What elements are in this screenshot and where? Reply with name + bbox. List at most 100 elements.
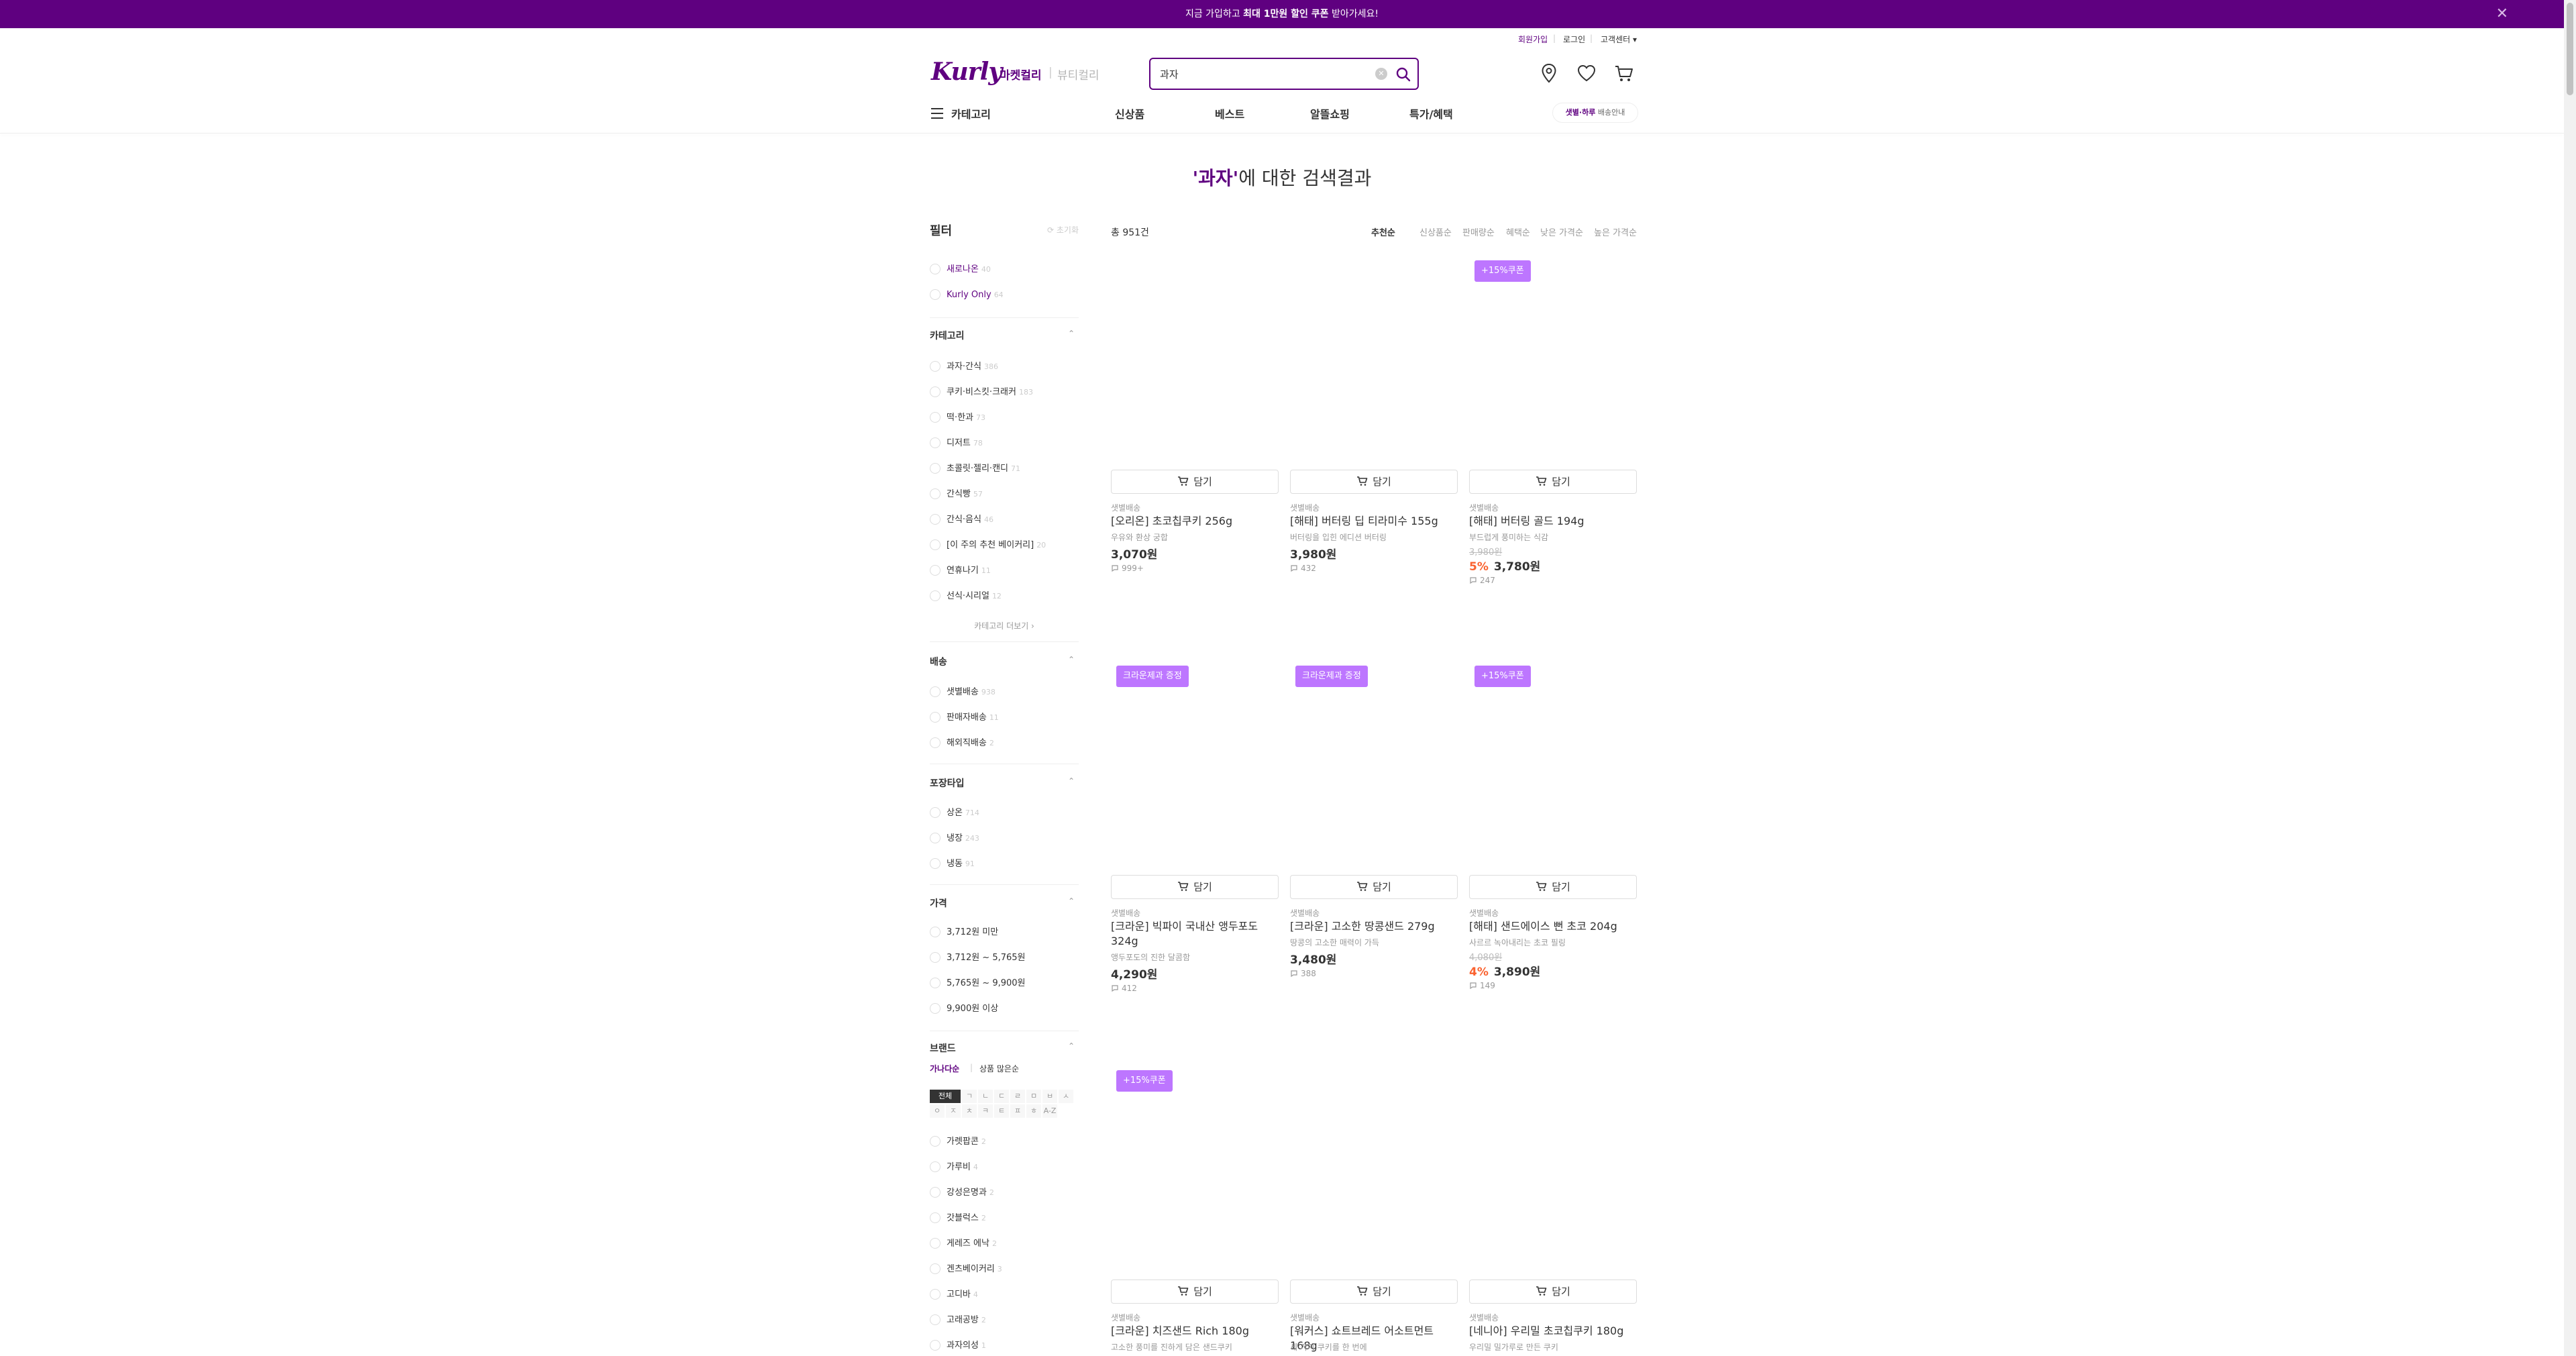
product-image[interactable] bbox=[1469, 660, 1637, 862]
product-name[interactable]: [크라운] 빅파이 국내산 앵두포도 324g bbox=[1111, 919, 1279, 949]
checkbox[interactable] bbox=[930, 1263, 941, 1274]
brand-initial-button[interactable]: ㅌ bbox=[994, 1104, 1009, 1118]
filter-section-category[interactable]: 카테고리 bbox=[930, 329, 965, 342]
filter-brand-item[interactable]: 고디바 4 bbox=[930, 1288, 978, 1302]
product-card[interactable]: 담기 샛별배송 [해태] 버터링 딥 티라미수 155g 버터링을 입힌 에디션 버터… bbox=[1290, 255, 1458, 573]
filter-category-item[interactable]: 선식·시리얼 12 bbox=[930, 590, 1002, 603]
product-image[interactable] bbox=[1290, 255, 1458, 456]
filter-category-item[interactable]: 연휴나기 11 bbox=[930, 564, 991, 578]
product-card[interactable]: 크라운제과 증정 담기 샛별배송 [크라운] 빅파이 국내산 앵두포도 324g 앵두포… bbox=[1111, 660, 1279, 993]
sort-option[interactable]: 신상품순 bbox=[1419, 225, 1452, 238]
product-card[interactable]: +15%쿠폰 담기 샛별배송 [크라운] 치즈샌드 Rich 180g 고소한 풍미를 … bbox=[1111, 1065, 1279, 1352]
search-input[interactable] bbox=[1160, 66, 1361, 82]
nav-item-benefit[interactable]: 특가/혜택 bbox=[1409, 105, 1453, 121]
filter-category-item[interactable]: 과자·간식 386 bbox=[930, 360, 998, 374]
product-card[interactable]: 크라운제과 증정 담기 샛별배송 [크라운] 고소한 땅콩샌드 279g 땅콩의 고소한… bbox=[1290, 660, 1458, 978]
add-to-cart-button[interactable]: 담기 bbox=[1469, 470, 1637, 494]
product-name[interactable]: [해태] 버터링 딥 티라미수 155g bbox=[1290, 514, 1458, 529]
delivery-info-button[interactable]: 샛별·하루 배송안내 bbox=[1552, 103, 1638, 123]
add-to-cart-button[interactable]: 담기 bbox=[1290, 875, 1458, 899]
checkbox[interactable] bbox=[930, 737, 941, 748]
brand-initial-button[interactable]: ㄷ bbox=[994, 1090, 1009, 1103]
brand-tab-alphabetical[interactable]: 가나다순 bbox=[930, 1063, 959, 1074]
brand-initial-button[interactable]: ㅈ bbox=[946, 1104, 961, 1118]
filter-new[interactable]: 새로나온 40 bbox=[930, 263, 991, 276]
checkbox[interactable] bbox=[930, 462, 941, 474]
checkbox[interactable] bbox=[930, 857, 941, 869]
product-card[interactable]: 담기 샛별배송 [워커스] 쇼트브레드 어소트먼트 168g 세 가지 쿠키를 한 번… bbox=[1290, 1065, 1458, 1352]
checkbox[interactable] bbox=[930, 539, 941, 550]
chevron-up-icon[interactable]: ⌃ bbox=[1068, 329, 1075, 338]
checkbox[interactable] bbox=[930, 1237, 941, 1249]
checkbox[interactable] bbox=[930, 1135, 941, 1147]
filter-section-price[interactable]: 가격 bbox=[930, 896, 947, 910]
checkbox[interactable] bbox=[930, 1288, 941, 1300]
clear-icon[interactable]: ✕ bbox=[1375, 68, 1387, 80]
sort-option[interactable]: 판매량순 bbox=[1462, 225, 1495, 238]
search-box[interactable]: ✕ bbox=[1149, 58, 1419, 90]
product-image[interactable] bbox=[1111, 660, 1279, 862]
product-card[interactable]: 담기 샛별배송 [오리온] 초코칩쿠키 256g 우유와 환상 궁합 3,070원 999… bbox=[1111, 255, 1279, 573]
add-to-cart-button[interactable]: 담기 bbox=[1469, 875, 1637, 899]
add-to-cart-button[interactable]: 담기 bbox=[1469, 1280, 1637, 1304]
filter-packaging-item[interactable]: 냉동 91 bbox=[930, 857, 975, 871]
filter-category-item[interactable]: 초콜릿·젤리·캔디 71 bbox=[930, 462, 1020, 476]
product-card[interactable]: +15%쿠폰 담기 샛별배송 [해태] 버터링 골드 194g 부드럽게 풍미하는 식감… bbox=[1469, 255, 1637, 585]
add-to-cart-button[interactable]: 담기 bbox=[1111, 470, 1279, 494]
checkbox[interactable] bbox=[930, 263, 941, 274]
hamburger-icon[interactable] bbox=[931, 108, 943, 119]
chevron-up-icon[interactable]: ⌃ bbox=[1068, 655, 1075, 664]
brand-initial-button[interactable]: ㅁ bbox=[1026, 1090, 1041, 1103]
filter-category-item[interactable]: [이 주의 추천 베이커리] 20 bbox=[930, 539, 1046, 552]
filter-brand-item[interactable]: 가렛팝콘 2 bbox=[930, 1135, 986, 1149]
checkbox[interactable] bbox=[930, 1186, 941, 1198]
product-name[interactable]: [크라운] 치즈샌드 Rich 180g bbox=[1111, 1324, 1279, 1339]
checkbox[interactable] bbox=[930, 832, 941, 843]
product-image[interactable] bbox=[1469, 255, 1637, 456]
heart-icon[interactable] bbox=[1575, 62, 1598, 85]
filter-price-item[interactable]: 9,900원 이상 bbox=[930, 1002, 1001, 1016]
product-image[interactable] bbox=[1469, 1065, 1637, 1266]
filter-section-packaging[interactable]: 포장타입 bbox=[930, 776, 965, 790]
checkbox[interactable] bbox=[930, 590, 941, 601]
sort-option[interactable]: 높은 가격순 bbox=[1594, 225, 1637, 238]
checkbox[interactable] bbox=[930, 1161, 941, 1172]
brand-initial-button[interactable]: 전체 bbox=[930, 1090, 961, 1103]
close-icon[interactable]: ✕ bbox=[2496, 0, 2508, 28]
filter-brand-item[interactable]: 가루비 4 bbox=[930, 1161, 978, 1174]
filter-kurly-only[interactable]: Kurly Only 64 bbox=[930, 289, 1004, 302]
product-name[interactable]: [오리온] 초코칩쿠키 256g bbox=[1111, 514, 1279, 529]
checkbox[interactable] bbox=[930, 977, 941, 988]
product-image[interactable] bbox=[1290, 660, 1458, 862]
filter-delivery-item[interactable]: 샛별배송 938 bbox=[930, 686, 996, 699]
nav-item-sale[interactable]: 알뜰쇼핑 bbox=[1310, 105, 1350, 121]
filter-brand-item[interactable]: 갓블럭스 2 bbox=[930, 1212, 986, 1225]
chevron-up-icon[interactable]: ⌃ bbox=[1068, 1041, 1075, 1051]
brand-initial-button[interactable]: A-Z bbox=[1042, 1104, 1057, 1118]
sort-option[interactable]: 추천순 bbox=[1371, 225, 1395, 238]
nav-item-new[interactable]: 신상품 bbox=[1115, 105, 1144, 121]
brand-initial-button[interactable]: ㅇ bbox=[930, 1104, 945, 1118]
filter-delivery-item[interactable]: 판매자배송 11 bbox=[930, 711, 999, 725]
category-more-link[interactable]: 카테고리 더보기 › bbox=[930, 620, 1079, 631]
signup-link[interactable]: 회원가입 bbox=[1518, 34, 1548, 45]
sort-option[interactable]: 혜택순 bbox=[1506, 225, 1530, 238]
market-kurly-tab[interactable]: 마켓컬리 bbox=[1000, 66, 1042, 83]
checkbox[interactable] bbox=[930, 386, 941, 397]
brand-initial-button[interactable]: ㄴ bbox=[978, 1090, 993, 1103]
filter-delivery-item[interactable]: 해외직배송 2 bbox=[930, 737, 994, 750]
brand-initial-button[interactable]: ㅎ bbox=[1026, 1104, 1041, 1118]
checkbox[interactable] bbox=[930, 806, 941, 818]
product-name[interactable]: [해태] 버터링 골드 194g bbox=[1469, 514, 1637, 529]
add-to-cart-button[interactable]: 담기 bbox=[1111, 875, 1279, 899]
product-name[interactable]: [해태] 샌드에이스 뻔 초코 204g bbox=[1469, 919, 1637, 934]
checkbox[interactable] bbox=[930, 1314, 941, 1325]
filter-packaging-item[interactable]: 상온 714 bbox=[930, 806, 979, 820]
brand-initial-button[interactable]: ㄹ bbox=[1010, 1090, 1025, 1103]
checkbox[interactable] bbox=[930, 711, 941, 723]
nav-category[interactable]: 카테고리 bbox=[951, 105, 991, 121]
product-name[interactable]: [크라운] 고소한 땅콩샌드 279g bbox=[1290, 919, 1458, 934]
brand-initial-button[interactable]: ㅊ bbox=[962, 1104, 977, 1118]
login-link[interactable]: 로그인 bbox=[1563, 34, 1585, 45]
sort-option[interactable]: 낮은 가격순 bbox=[1540, 225, 1583, 238]
